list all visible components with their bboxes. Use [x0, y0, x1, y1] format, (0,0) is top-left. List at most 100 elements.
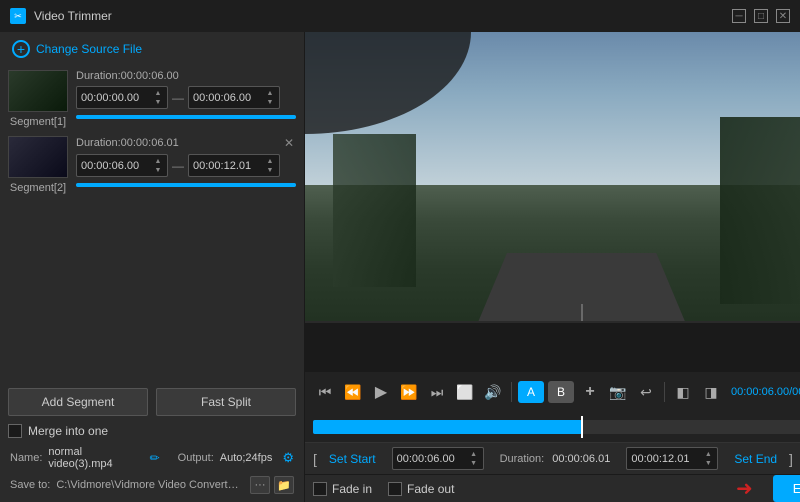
minimize-button[interactable]: ─ [732, 9, 746, 23]
timeline-track[interactable] [313, 420, 800, 434]
segment-2-start-down[interactable]: ▼ [153, 166, 163, 174]
settings-gear-icon[interactable]: ⚙ [282, 450, 294, 466]
merge-checkbox[interactable] [8, 424, 22, 438]
export-button[interactable]: Export [773, 475, 800, 502]
timeline-marker[interactable] [581, 416, 583, 438]
segment-2-end-input[interactable] [193, 160, 265, 172]
set-bar: [ Set Start ▲ ▼ Duration: 00:00:06.01 ▲ … [305, 442, 800, 474]
fade-bar: Fade in Fade out ➜ Export [305, 474, 800, 502]
fade-out-checkbox[interactable] [388, 482, 402, 496]
fade-in-checkbox[interactable] [313, 482, 327, 496]
title-bar: ✂ Video Trimmer ─ □ ✕ [0, 0, 800, 32]
fast-split-button[interactable]: Fast Split [156, 388, 296, 416]
right-panel: ⏮ ⏪ ▶ ⏩ ⏭ ⬜ 🔊 A B + 📷 ↩ ◧ ◨ 00:00:06.00/… [305, 32, 800, 502]
segment-2-close-button[interactable]: ✕ [282, 136, 296, 150]
export-arrow-icon: ➜ [736, 476, 753, 501]
crop-button[interactable]: ⬜ [453, 380, 477, 404]
loop-b-button[interactable]: B [548, 381, 574, 403]
segment-1-dash: — [172, 91, 184, 105]
segment-2-label: Segment[2] [10, 182, 66, 194]
change-source-button[interactable]: + Change Source File [0, 32, 304, 66]
segment-2-bar-fill [76, 183, 296, 187]
set-end-up[interactable]: ▲ [703, 450, 713, 458]
add-segment-button[interactable]: Add Segment [8, 388, 148, 416]
segment-1-controls: Duration:00:00:06.00 ▲ ▼ — [76, 70, 296, 119]
trees-right [720, 117, 800, 304]
segment-1-start-up[interactable]: ▲ [153, 89, 163, 97]
set-end-down[interactable]: ▼ [703, 459, 713, 467]
segment-1-end-input[interactable] [193, 92, 265, 104]
timeline-area[interactable] [305, 412, 800, 442]
segment-2-end-down[interactable]: ▼ [265, 166, 275, 174]
split-left-button[interactable]: ◧ [671, 380, 695, 404]
set-end-time-input[interactable] [631, 453, 703, 465]
segment-2-duration: Duration:00:00:06.01 [76, 137, 179, 149]
controls-bar: ⏮ ⏪ ▶ ⏩ ⏭ ⬜ 🔊 A B + 📷 ↩ ◧ ◨ 00:00:06.00/… [305, 372, 800, 412]
video-preview [305, 32, 800, 372]
loop-a-button[interactable]: A [518, 381, 544, 403]
set-start-time-input[interactable] [397, 453, 469, 465]
timeline-fill [313, 420, 582, 434]
volume-button[interactable]: 🔊 [481, 380, 505, 404]
left-bottom: Add Segment Fast Split Merge into one Na… [0, 380, 304, 502]
segment-2-bar [76, 183, 296, 187]
app-icon: ✂ [10, 8, 26, 24]
segment-1-start-input[interactable] [81, 92, 153, 104]
right-bracket: ] [789, 451, 793, 467]
fade-in-item: Fade in [313, 482, 372, 496]
segment-2-thumb [8, 136, 68, 178]
controls-separator-2 [664, 382, 665, 402]
undo-button[interactable]: ↩ [634, 380, 658, 404]
segment-1-start-down[interactable]: ▼ [153, 98, 163, 106]
close-button[interactable]: ✕ [776, 9, 790, 23]
output-label: Output: [178, 452, 214, 464]
play-button[interactable]: ▶ [369, 380, 393, 404]
segment-2-controls: Duration:00:00:06.01 ✕ ▲ ▼ — [76, 136, 296, 187]
skip-forward-button[interactable]: ⏭ [425, 380, 449, 404]
duration-label: Duration: [500, 453, 545, 465]
segment-1-duration: Duration:00:00:06.00 [76, 70, 179, 82]
segment-1-end-down[interactable]: ▼ [265, 98, 275, 106]
save-more-button[interactable]: ··· [250, 476, 270, 494]
add-mark-button[interactable]: + [578, 380, 602, 404]
duration-value: 00:00:06.01 [552, 453, 610, 465]
segment-1-end-up[interactable]: ▲ [265, 89, 275, 97]
merge-label: Merge into one [28, 424, 108, 438]
rewind-button[interactable]: ⏪ [341, 380, 365, 404]
set-end-button[interactable]: Set End [730, 450, 781, 468]
segment-1-item: Segment[1] Duration:00:00:06.00 ▲ ▼ [8, 70, 296, 128]
video-background [305, 32, 800, 372]
segment-2-start-input[interactable] [81, 160, 153, 172]
skip-back-button[interactable]: ⏮ [313, 380, 337, 404]
maximize-button[interactable]: □ [754, 9, 768, 23]
plus-circle-icon: + [12, 40, 30, 58]
set-start-down[interactable]: ▼ [469, 459, 479, 467]
output-value: Auto;24fps [220, 452, 273, 464]
dashboard [305, 321, 800, 372]
segment-1-thumb [8, 70, 68, 112]
fast-forward-button[interactable]: ⏩ [397, 380, 421, 404]
segment-1-bar [76, 115, 296, 119]
segment-2-start-up[interactable]: ▲ [153, 157, 163, 165]
fade-out-item: Fade out [388, 482, 454, 496]
split-right-button[interactable]: ◨ [699, 380, 723, 404]
save-folder-button[interactable]: 📁 [274, 476, 294, 494]
snapshot-button[interactable]: 📷 [606, 380, 630, 404]
set-start-button[interactable]: Set Start [325, 450, 380, 468]
current-time-display: 00:00:06.00/00:00:12.01 [731, 386, 800, 398]
save-to-label: Save to: [10, 479, 50, 491]
segment-2-dash: — [172, 159, 184, 173]
edit-name-icon[interactable]: ✏ [150, 451, 160, 465]
set-start-up[interactable]: ▲ [469, 450, 479, 458]
save-path-value: C:\Vidmore\Vidmore Video Converter\Video… [56, 479, 244, 491]
segments-area: Segment[1] Duration:00:00:06.00 ▲ ▼ [0, 66, 304, 380]
controls-separator-1 [511, 382, 512, 402]
app-title: Video Trimmer [34, 9, 112, 23]
fade-in-label: Fade in [332, 482, 372, 496]
segment-2-end-up[interactable]: ▲ [265, 157, 275, 165]
segment-2-item: Segment[2] Duration:00:00:06.01 ✕ ▲ ▼ [8, 136, 296, 194]
left-panel: + Change Source File Segment[1] Duration… [0, 32, 305, 502]
segment-1-bar-fill [76, 115, 296, 119]
left-bracket: [ [313, 451, 317, 467]
segment-1-label: Segment[1] [10, 116, 66, 128]
